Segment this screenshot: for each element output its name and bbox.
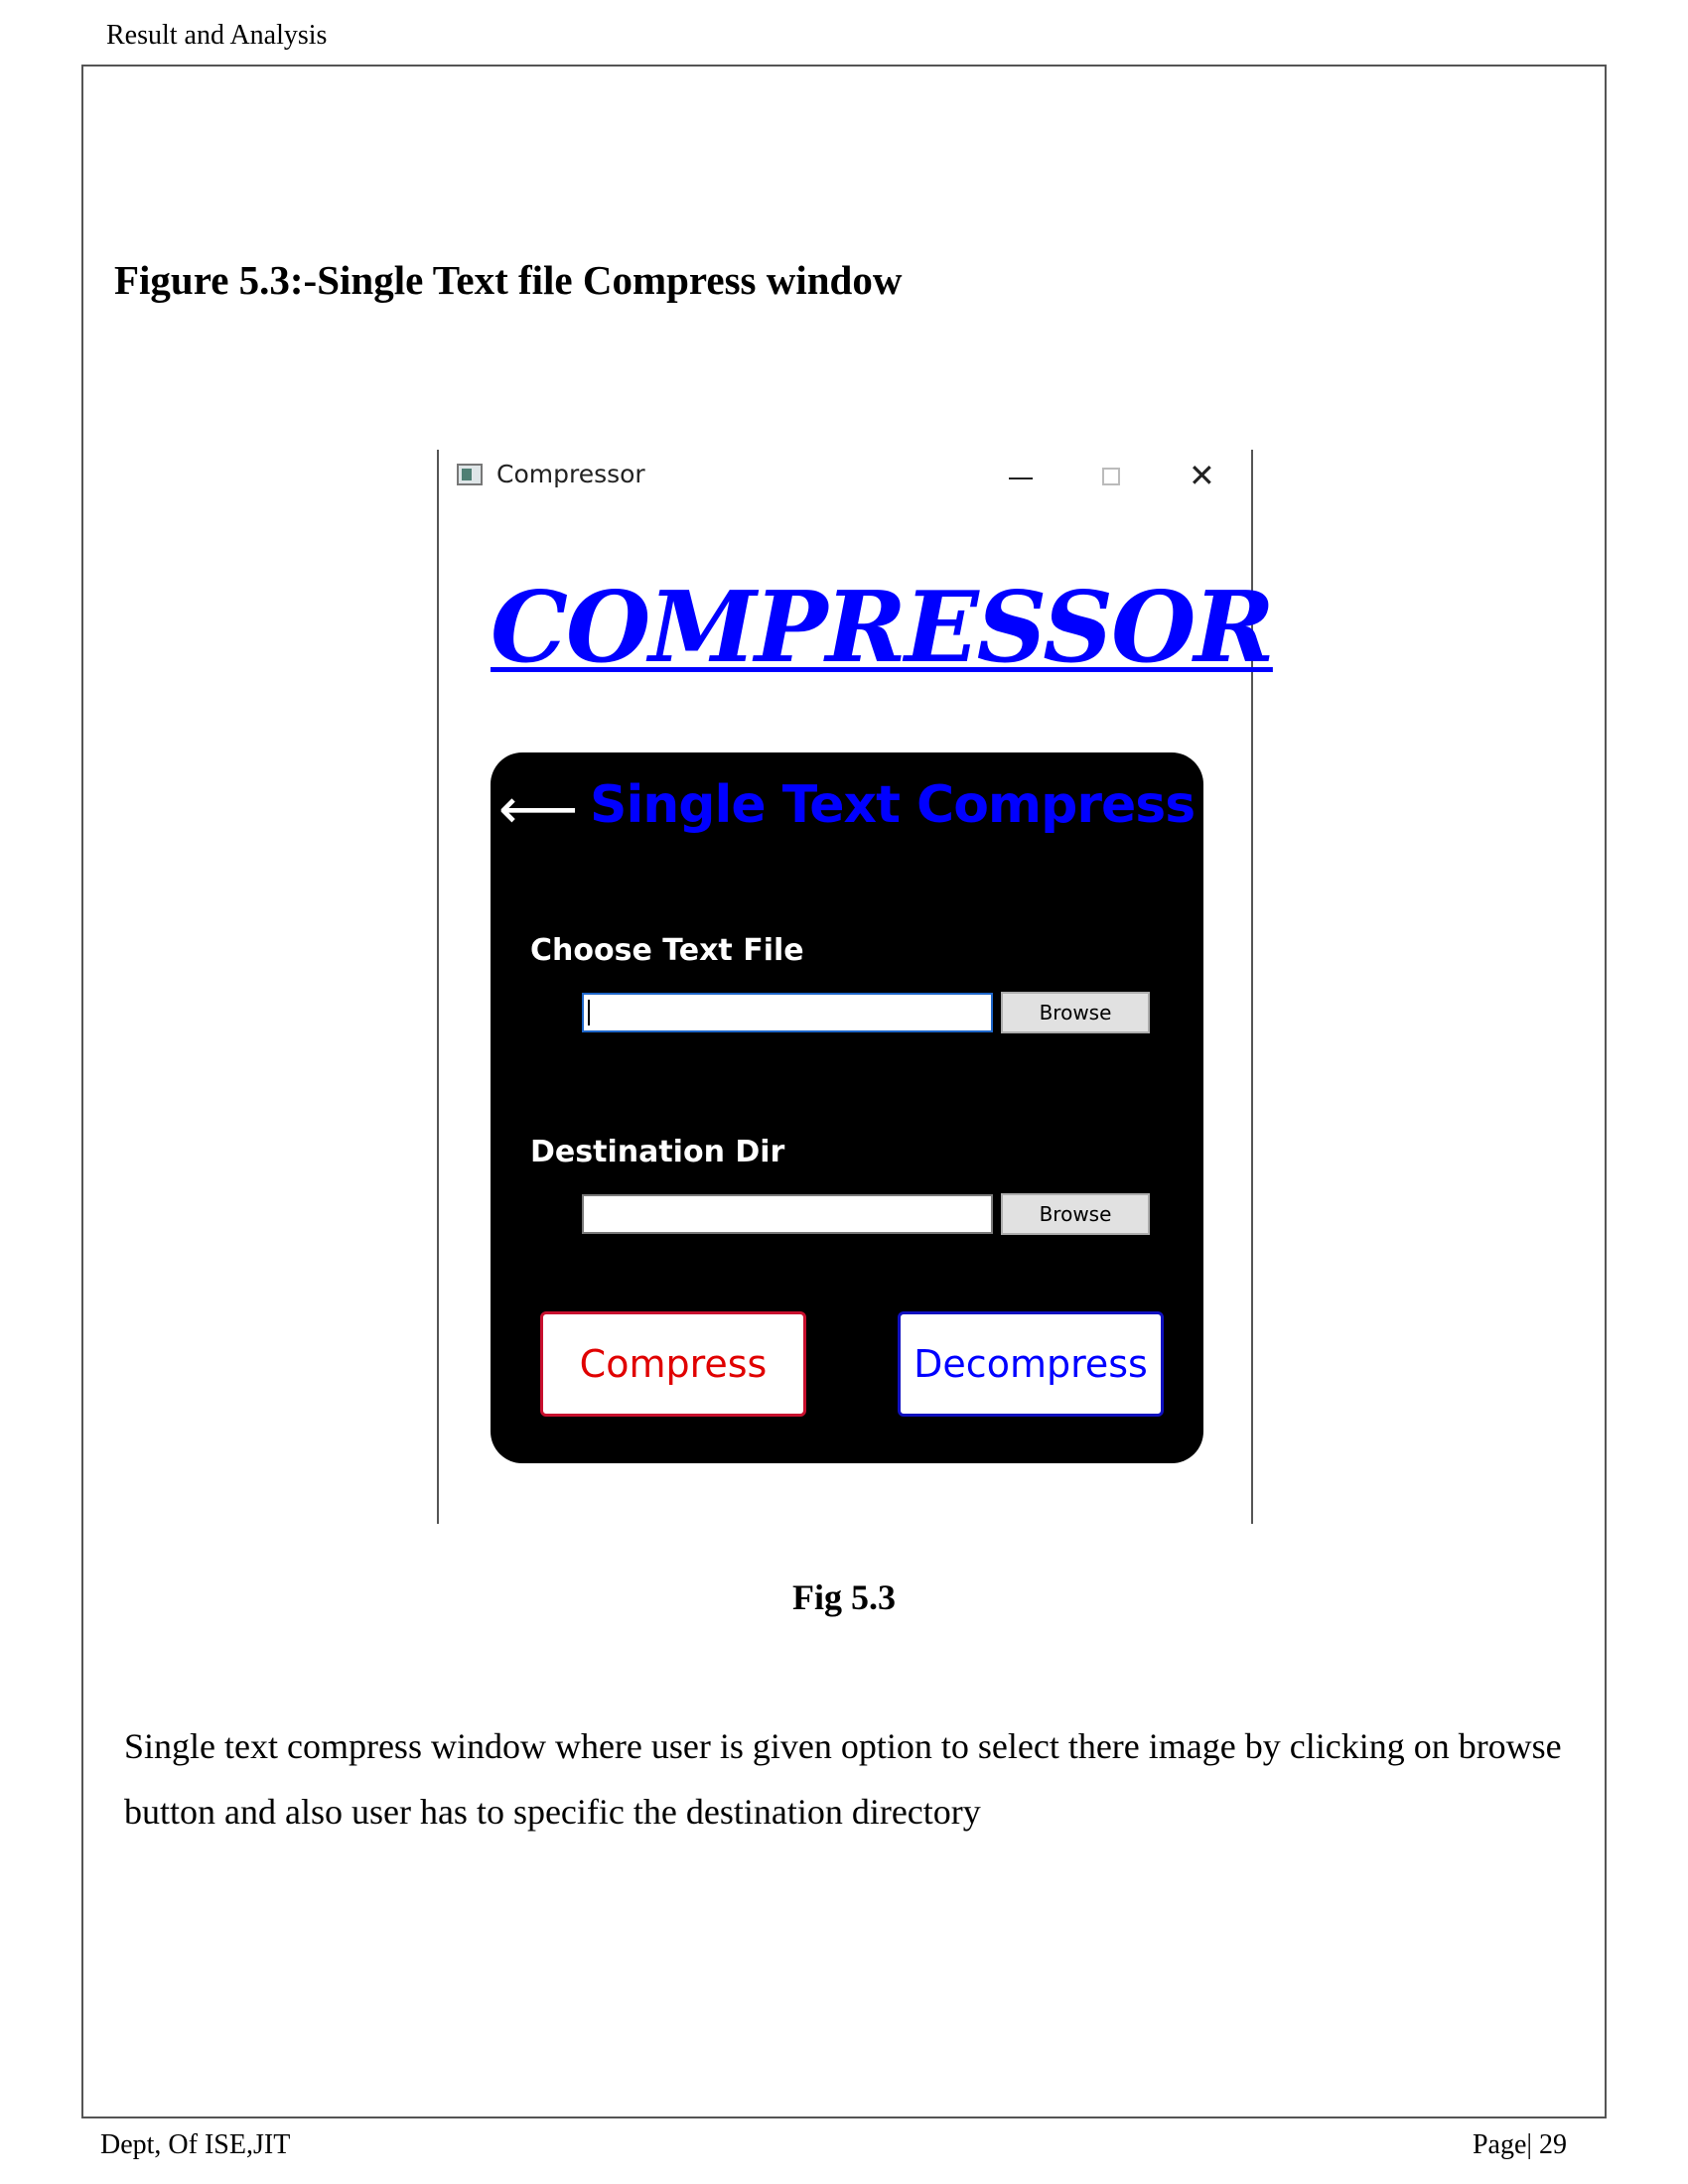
app-icon: [457, 464, 483, 485]
minimize-icon[interactable]: [1009, 478, 1033, 479]
close-icon[interactable]: ✕: [1189, 456, 1215, 495]
page-header: Result and Analysis: [106, 20, 328, 51]
destination-dir-input[interactable]: [582, 1194, 993, 1234]
single-text-compress-panel: ⟵ Single Text Compress Choose Text File …: [491, 752, 1203, 1463]
text-caret: [588, 1000, 590, 1025]
footer-department: Dept, Of ISE,JIT: [100, 2129, 291, 2160]
choose-file-input[interactable]: [582, 993, 993, 1032]
window-title: Compressor: [496, 460, 645, 488]
title-bar[interactable]: Compressor ✕: [439, 450, 1251, 509]
choose-file-label: Choose Text File: [530, 933, 804, 968]
back-arrow-icon[interactable]: ⟵: [498, 780, 578, 840]
destination-dir-label: Destination Dir: [530, 1135, 785, 1169]
browse-dir-button[interactable]: Browse: [1001, 1193, 1150, 1235]
maximize-icon[interactable]: [1102, 468, 1120, 485]
panel-title: Single Text Compress: [590, 775, 1196, 835]
figure-caption: Fig 5.3: [792, 1577, 896, 1617]
brand-title: COMPRESSOR: [491, 571, 1275, 685]
figure-heading: Figure 5.3:-Single Text file Compress wi…: [114, 257, 903, 303]
compress-button[interactable]: Compress: [540, 1311, 806, 1417]
browse-file-button[interactable]: Browse: [1001, 992, 1150, 1033]
footer-page-number: Page| 29: [1472, 2129, 1567, 2160]
app-window: Compressor ✕ COMPRESSOR ⟵ Single Text Co…: [437, 450, 1275, 1524]
body-paragraph: Single text compress window where user i…: [124, 1726, 1562, 1832]
decompress-button[interactable]: Decompress: [898, 1311, 1164, 1417]
